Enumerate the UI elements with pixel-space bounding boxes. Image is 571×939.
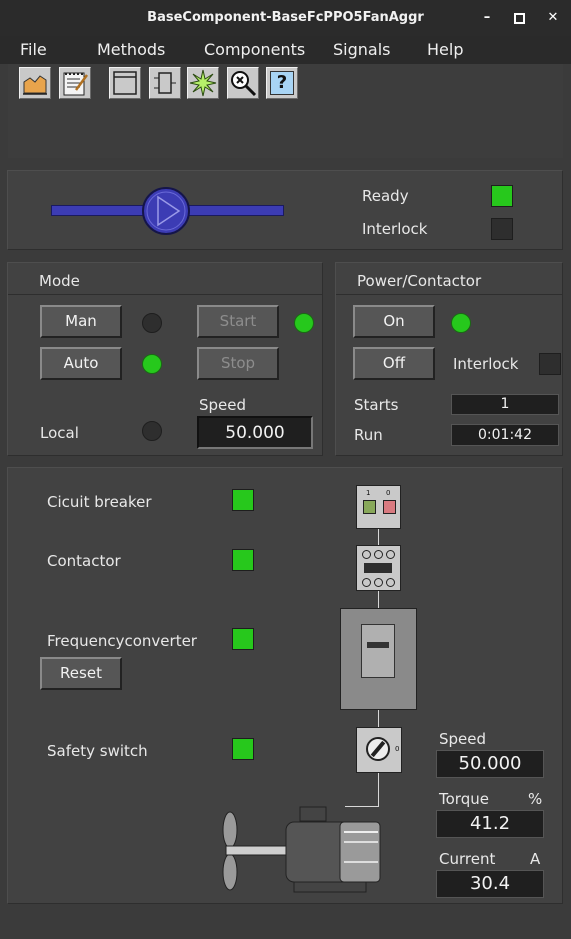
maximize-icon [513, 13, 525, 24]
close-button[interactable]: ✕ [543, 8, 563, 28]
pump-icon [142, 187, 190, 235]
ready-label: Ready [362, 187, 409, 205]
mode-divider [8, 294, 322, 295]
contactor-terminal [374, 578, 383, 587]
speed-readout-value: 50.000 [436, 750, 544, 778]
breaker-digit-1: 1 [366, 489, 371, 497]
safety-label: Safety switch [47, 742, 148, 760]
start-indicator [294, 313, 314, 333]
notes-icon [63, 72, 89, 96]
power-interlock-indicator [539, 353, 561, 375]
torque-unit: % [528, 790, 543, 808]
torque-readout-label: Torque [439, 790, 489, 808]
minimize-button[interactable]: – [477, 8, 497, 28]
safety-digit: 0 [395, 745, 400, 753]
menu-file[interactable]: File [20, 36, 47, 64]
torque-readout-value: 41.2 [436, 810, 544, 838]
man-indicator [142, 313, 162, 333]
contactor-indicator [232, 549, 254, 571]
speed-readout-label: Speed [439, 730, 487, 748]
contactor-symbol [356, 545, 401, 591]
man-button[interactable]: Man [40, 305, 122, 338]
speed-setpoint-label: Speed [199, 396, 247, 414]
contactor-label: Contactor [47, 552, 121, 570]
sparkle-icon [189, 69, 217, 97]
contactor-terminal [362, 550, 371, 559]
contactor-terminal [386, 550, 395, 559]
contactor-terminal [362, 578, 371, 587]
local-indicator [142, 421, 162, 441]
sparkle-button[interactable] [187, 67, 219, 99]
speed-setpoint-input[interactable]: 50.000 [197, 416, 313, 449]
menu-methods[interactable]: Methods [97, 36, 165, 64]
maximize-button[interactable] [509, 8, 529, 28]
inspect-button[interactable] [227, 67, 259, 99]
fc-label: Frequencyconverter [47, 632, 197, 650]
breaker-off-switch [383, 500, 396, 514]
component-icon [154, 72, 176, 94]
component-button[interactable] [149, 67, 181, 99]
auto-indicator [142, 354, 162, 374]
help-icon: ? [270, 71, 294, 95]
off-button[interactable]: Off [353, 347, 435, 380]
motor-fan-icon [222, 806, 381, 893]
safety-switch-handle [370, 740, 386, 758]
trend-button[interactable] [19, 67, 51, 99]
menu-components[interactable]: Components [204, 36, 305, 64]
current-unit: A [530, 850, 541, 868]
fc-indicator [232, 628, 254, 650]
starts-value: 1 [451, 394, 559, 415]
interlock-label: Interlock [362, 220, 428, 238]
current-readout-value: 30.4 [436, 870, 544, 898]
stop-button[interactable]: Stop [197, 347, 279, 380]
starts-label: Starts [354, 396, 399, 414]
safety-switch-symbol: 0 [356, 727, 402, 773]
on-indicator [451, 313, 471, 333]
reset-button[interactable]: Reset [40, 657, 122, 690]
fc-display [367, 642, 389, 648]
fc-front-panel [361, 624, 395, 678]
safety-switch-knob [366, 737, 390, 761]
menu-help[interactable]: Help [427, 36, 463, 64]
power-divider [336, 294, 562, 295]
breaker-digit-0: 0 [386, 489, 391, 497]
power-title: Power/Contactor [357, 272, 482, 290]
contactor-terminal [374, 550, 383, 559]
start-button[interactable]: Start [197, 305, 279, 338]
window-button[interactable] [109, 67, 141, 99]
auto-button[interactable]: Auto [40, 347, 122, 380]
contactor-window [364, 563, 392, 573]
contactor-terminal [386, 578, 395, 587]
safety-indicator [232, 738, 254, 760]
local-label: Local [40, 424, 79, 442]
mode-title: Mode [39, 272, 80, 290]
current-readout-label: Current [439, 850, 496, 868]
trend-icon [23, 75, 47, 95]
frequency-converter-symbol [340, 608, 417, 710]
on-button[interactable]: On [353, 305, 435, 338]
interlock-indicator [491, 218, 513, 240]
breaker-indicator [232, 489, 254, 511]
menu-signals[interactable]: Signals [333, 36, 390, 64]
notes-button[interactable] [59, 67, 91, 99]
run-value: 0:01:42 [451, 424, 559, 446]
breaker-symbol: 1 0 [356, 485, 401, 529]
ready-indicator [491, 185, 513, 207]
breaker-label: Cicuit breaker [47, 493, 152, 511]
window-icon [113, 71, 137, 95]
run-label: Run [354, 426, 383, 444]
help-button[interactable]: ? [266, 67, 298, 99]
power-interlock-label: Interlock [453, 355, 519, 373]
inspect-icon [231, 71, 257, 97]
breaker-on-switch [363, 500, 376, 514]
